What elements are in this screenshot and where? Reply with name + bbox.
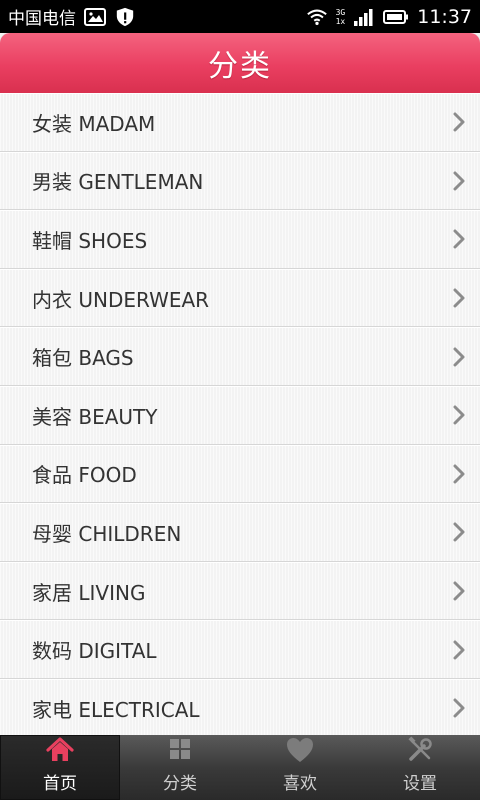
wifi-icon bbox=[306, 9, 327, 25]
list-item-label: 箱包 BAGS bbox=[32, 346, 134, 371]
list-item-gentleman[interactable]: 男装 GENTLEMAN bbox=[0, 151, 480, 211]
network-type: 3G 1x bbox=[336, 8, 346, 26]
list-item-label: 女装 MADAM bbox=[32, 111, 156, 136]
image-icon bbox=[84, 7, 106, 26]
tab-label: 首页 bbox=[43, 774, 77, 794]
status-clock: 11:37 bbox=[417, 5, 472, 28]
screen: 中国电信 3G 1x 11:37 分类 女装 MADAM 男装 GENTLEMA… bbox=[0, 0, 480, 800]
chevron-right-icon bbox=[453, 347, 465, 367]
chevron-right-icon bbox=[453, 581, 465, 601]
chevron-right-icon bbox=[453, 698, 465, 718]
list-item-label: 母婴 CHILDREN bbox=[32, 521, 182, 546]
list-item-beauty[interactable]: 美容 BEAUTY bbox=[0, 385, 480, 445]
shield-icon bbox=[116, 7, 134, 26]
list-item-children[interactable]: 母婴 CHILDREN bbox=[0, 503, 480, 562]
list-item-bags[interactable]: 箱包 BAGS bbox=[0, 327, 480, 386]
signal-icon bbox=[354, 8, 373, 26]
chevron-right-icon bbox=[453, 405, 465, 425]
list-item-food[interactable]: 食品 FOOD bbox=[0, 444, 480, 504]
chevron-right-icon bbox=[453, 640, 465, 660]
tab-label: 设置 bbox=[403, 774, 437, 794]
grid-icon bbox=[170, 739, 190, 759]
header: 分类 bbox=[0, 33, 480, 93]
network-bottom-label: 1x bbox=[335, 16, 346, 26]
bottom-tab-bar: 首页 分类 喜欢 设置 bbox=[0, 735, 480, 800]
status-bar-left: 中国电信 bbox=[8, 4, 136, 29]
chevron-right-icon bbox=[453, 288, 465, 308]
chevron-right-icon bbox=[453, 522, 465, 542]
tab-settings[interactable]: 设置 bbox=[360, 735, 480, 800]
tab-home[interactable]: 首页 bbox=[0, 735, 120, 800]
page-title: 分类 bbox=[208, 49, 272, 84]
battery-icon bbox=[383, 9, 409, 24]
list-item-living[interactable]: 家居 LIVING bbox=[0, 561, 480, 621]
list-item-label: 鞋帽 SHOES bbox=[32, 228, 148, 253]
list-item-label: 内衣 UNDERWEAR bbox=[32, 287, 210, 312]
tab-category[interactable]: 分类 bbox=[120, 735, 240, 800]
list-item-label: 男装 GENTLEMAN bbox=[32, 170, 204, 195]
list-item-label: 家居 LIVING bbox=[32, 580, 146, 605]
list-item-label: 美容 BEAUTY bbox=[32, 404, 158, 429]
tools-icon bbox=[408, 736, 432, 761]
chevron-right-icon bbox=[453, 171, 465, 191]
list-item-digital[interactable]: 数码 DIGITAL bbox=[0, 620, 480, 679]
list-item-label: 数码 DIGITAL bbox=[32, 639, 157, 664]
network-top-label: 3G bbox=[335, 7, 346, 17]
chevron-right-icon bbox=[453, 112, 465, 132]
home-icon bbox=[46, 737, 74, 761]
list-item-madam[interactable]: 女装 MADAM bbox=[0, 93, 480, 152]
status-bar: 中国电信 3G 1x 11:37 bbox=[0, 0, 480, 33]
status-bar-right: 3G 1x 11:37 bbox=[306, 6, 472, 28]
tab-label: 分类 bbox=[163, 774, 197, 794]
heart-icon bbox=[287, 738, 313, 762]
list-item-label: 家电 ELECTRICAL bbox=[32, 697, 200, 722]
list-item-label: 食品 FOOD bbox=[32, 463, 137, 488]
category-list[interactable]: 女装 MADAM 男装 GENTLEMAN 鞋帽 SHOES 内衣 UNDERW… bbox=[0, 93, 480, 735]
list-item-underwear[interactable]: 内衣 UNDERWEAR bbox=[0, 268, 480, 328]
tab-favorites[interactable]: 喜欢 bbox=[240, 735, 360, 800]
list-item-shoes[interactable]: 鞋帽 SHOES bbox=[0, 210, 480, 269]
carrier-name: 中国电信 bbox=[8, 9, 76, 29]
list-item-electrical[interactable]: 家电 ELECTRICAL bbox=[0, 678, 480, 735]
chevron-right-icon bbox=[453, 464, 465, 484]
tab-label: 喜欢 bbox=[283, 774, 317, 794]
chevron-right-icon bbox=[453, 229, 465, 249]
